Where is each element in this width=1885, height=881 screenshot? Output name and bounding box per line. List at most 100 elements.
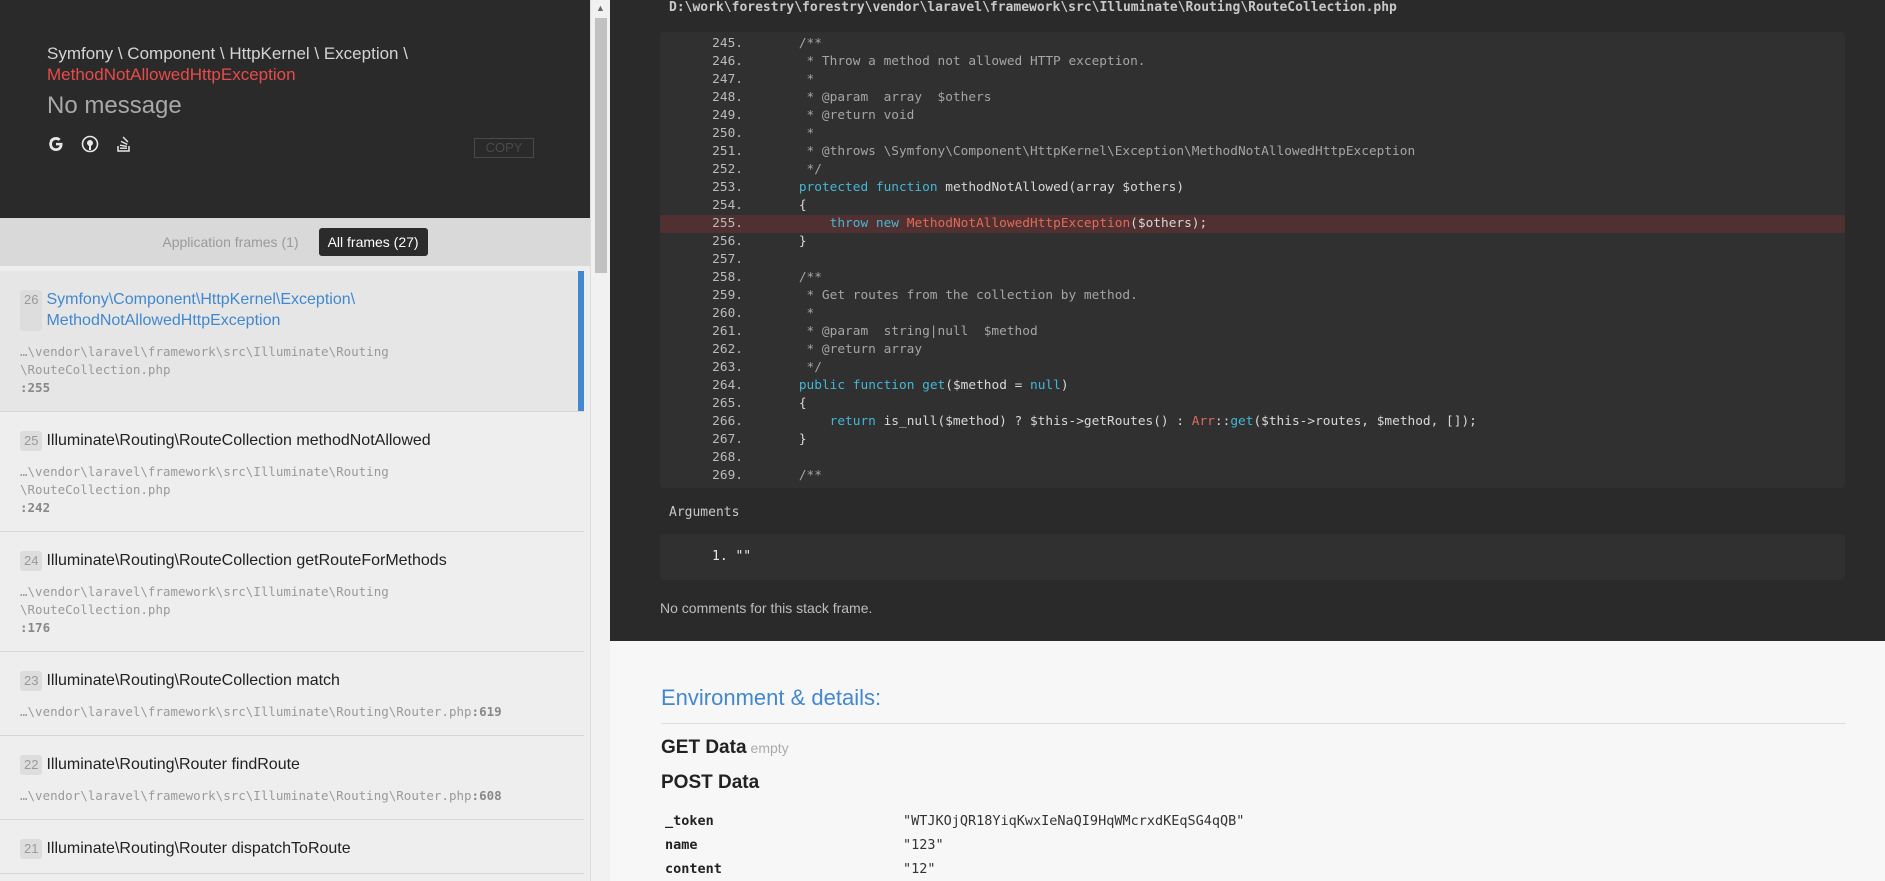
code-line: 252. */ <box>660 161 1845 179</box>
code-line-number: 267. <box>712 432 743 447</box>
tab-all-frames[interactable]: All frames (27) <box>318 228 428 256</box>
code-line-text: return is_null($method) ? $this->getRout… <box>829 414 1477 429</box>
frame-list: 26 Symfony\Component\HttpKernel\Exceptio… <box>0 271 584 874</box>
code-line-number: 262. <box>712 342 743 357</box>
frame-line-number: :608 <box>471 788 502 803</box>
argument-item: 1. "" <box>712 549 752 564</box>
code-line-number: 263. <box>712 360 743 375</box>
code-line-text: * <box>768 72 815 87</box>
frame-file-path: …\vendor\laravel\framework\src\Illuminat… <box>20 344 389 359</box>
tab-application-frames[interactable]: Application frames (1) <box>162 234 298 250</box>
code-line-number: 256. <box>712 234 743 249</box>
scroll-up-icon[interactable]: ▲ <box>596 3 605 13</box>
details-panel: D:\work\forestry\forestry\vendor\laravel… <box>610 0 1885 881</box>
code-line: 260. * <box>660 305 1845 323</box>
copy-button[interactable]: COPY <box>474 138 534 158</box>
stack-frames-panel: Symfony \ Component \ HttpKernel \ Excep… <box>0 0 590 881</box>
code-line-text: { <box>768 198 807 213</box>
frame-item[interactable]: 26 Symfony\Component\HttpKernel\Exceptio… <box>0 271 584 412</box>
code-line: 250. * <box>660 125 1845 143</box>
duckduckgo-icon[interactable] <box>81 135 99 153</box>
code-line: 268. <box>660 449 1845 467</box>
frame-line-number: :176 <box>20 620 51 635</box>
code-line: 267. } <box>660 431 1845 449</box>
code-line-text: */ <box>768 162 822 177</box>
arguments-block: 1. "" <box>660 534 1845 580</box>
frame-class-name-cont: MethodNotAllowedHttpException <box>46 312 281 329</box>
code-line-text: * Get routes from the collection by meth… <box>768 288 1138 303</box>
frame-class-name: Illuminate\Routing\RouteCollection getRo… <box>46 552 447 569</box>
code-line: 269. /** <box>660 467 1845 485</box>
frame-index: 26 <box>20 290 43 331</box>
frame-index: 21 <box>20 839 43 859</box>
code-line-text: /** <box>768 36 822 51</box>
frame-item[interactable]: 24 Illuminate\Routing\RouteCollection ge… <box>0 532 584 652</box>
code-line-number: 252. <box>712 162 743 177</box>
code-line: 263. */ <box>660 359 1845 377</box>
code-line-number: 245. <box>712 36 743 51</box>
frame-item[interactable]: 23 Illuminate\Routing\RouteCollection ma… <box>0 652 584 736</box>
frame-file-path-cont: \RouteCollection.php <box>20 362 171 377</box>
code-line-number: 264. <box>712 378 743 393</box>
code-line-number: 246. <box>712 54 743 69</box>
code-line-number: 254. <box>712 198 743 213</box>
code-line-text: * @throws \Symfony\Component\HttpKernel\… <box>768 144 1416 159</box>
frame-index: 24 <box>20 551 43 571</box>
google-icon[interactable] <box>47 135 65 153</box>
code-line-number: 266. <box>712 414 743 429</box>
post-data-key: _token <box>665 813 714 829</box>
code-line: 247. * <box>660 71 1845 89</box>
code-line-text: } <box>768 432 807 447</box>
code-line-number: 255. <box>712 216 743 231</box>
scrollbar-thumb[interactable] <box>595 18 607 273</box>
frame-file: …\vendor\laravel\framework\src\Illuminat… <box>20 787 564 805</box>
code-line-number: 248. <box>712 90 743 105</box>
frame-file: …\vendor\laravel\framework\src\Illuminat… <box>20 583 564 637</box>
code-line: 253. protected function methodNotAllowed… <box>660 179 1845 197</box>
code-line: 264. public function get($method = null) <box>660 377 1845 395</box>
divider <box>661 723 1846 724</box>
code-line-text: public function get($method = null) <box>798 378 1069 393</box>
code-line: 266. return is_null($method) ? $this->ge… <box>660 413 1845 431</box>
code-line-text: /** <box>768 270 822 285</box>
frame-title: 25 Illuminate\Routing\RouteCollection me… <box>20 430 564 451</box>
frame-index: 25 <box>20 431 43 451</box>
frame-title: 26 Symfony\Component\HttpKernel\Exceptio… <box>20 289 564 331</box>
frame-item[interactable]: 25 Illuminate\Routing\RouteCollection me… <box>0 412 584 532</box>
code-line: 265. { <box>660 395 1845 413</box>
code-line: 251. * @throws \Symfony\Component\HttpKe… <box>660 143 1845 161</box>
search-links <box>47 135 133 153</box>
arguments-label: Arguments <box>669 505 740 520</box>
file-path[interactable]: D:\work\forestry\forestry\vendor\laravel… <box>669 0 1397 15</box>
code-line: 255. throw new MethodNotAllowedHttpExcep… <box>660 215 1845 233</box>
code-line-number: 257. <box>712 252 743 267</box>
frame-file-path: …\vendor\laravel\framework\src\Illuminat… <box>20 788 472 803</box>
code-line-number: 251. <box>712 144 743 159</box>
code-line-number: 265. <box>712 396 743 411</box>
code-line-text: throw new MethodNotAllowedHttpException(… <box>829 216 1208 231</box>
frame-class-name: Illuminate\Routing\RouteCollection metho… <box>46 432 431 449</box>
frame-index: 22 <box>20 755 43 775</box>
exception-class: Symfony \ Component \ HttpKernel \ Excep… <box>47 43 547 85</box>
frame-file: …\vendor\laravel\framework\src\Illuminat… <box>20 343 564 397</box>
frame-file-path: …\vendor\laravel\framework\src\Illuminat… <box>20 704 472 719</box>
frame-line-number: :619 <box>471 704 502 719</box>
frame-item[interactable]: 21 Illuminate\Routing\Router dispatchToR… <box>0 820 584 874</box>
frame-file: …\vendor\laravel\framework\src\Illuminat… <box>20 463 564 517</box>
frame-item[interactable]: 22 Illuminate\Routing\Router findRoute …… <box>0 736 584 820</box>
stackoverflow-icon[interactable] <box>115 135 133 153</box>
frames-scrollbar[interactable]: ▲ <box>590 0 610 881</box>
code-line-number: 268. <box>712 450 743 465</box>
code-line-number: 269. <box>712 468 743 483</box>
code-line-text: protected function methodNotAllowed(arra… <box>798 180 1185 195</box>
get-data-title: GET Data empty <box>661 737 789 759</box>
exception-header: Symfony \ Component \ HttpKernel \ Excep… <box>0 0 590 218</box>
post-data-key: name <box>665 837 698 853</box>
frame-filter: Application frames (1) All frames (27) <box>0 218 590 266</box>
code-line-text: * @param string|null $method <box>768 324 1038 339</box>
environment-details: Environment & details: GET Data empty POS… <box>610 641 1885 881</box>
code-line-number: 260. <box>712 306 743 321</box>
frame-file-path-cont: \RouteCollection.php <box>20 482 171 497</box>
frame-class-name: Illuminate\Routing\RouteCollection match <box>46 672 340 689</box>
code-line: 245. /** <box>660 35 1845 53</box>
